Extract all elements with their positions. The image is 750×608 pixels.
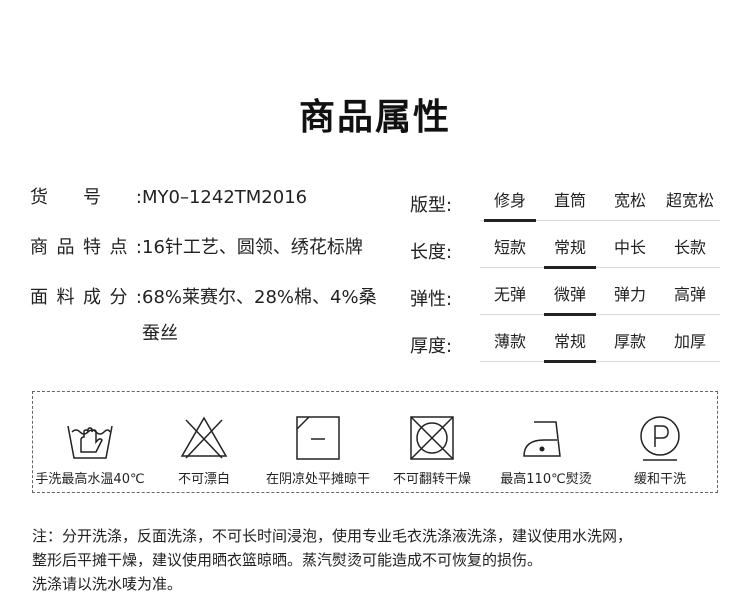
attr-option: 弹力 bbox=[613, 285, 646, 304]
hand-wash-icon bbox=[67, 425, 113, 459]
care-label: 手洗最高水温40℃ bbox=[35, 472, 145, 487]
attr-option: 无弹 bbox=[493, 285, 526, 304]
attr-option: 常规 bbox=[540, 327, 600, 363]
info-label: 货号: bbox=[30, 187, 142, 208]
note-line: 洗涤请以洗水唛为准。 bbox=[32, 575, 183, 593]
attr-option: 加厚 bbox=[673, 332, 706, 351]
care-item: 在阴凉处平摊晾干 bbox=[261, 392, 375, 492]
attr-row-thickness: 厚度: 薄款 常规 厚款 加厚 bbox=[410, 321, 720, 368]
care-item: 手洗最高水温40℃ bbox=[33, 392, 147, 492]
attr-label: 厚度: bbox=[410, 335, 453, 357]
care-note: 注：分开洗涤，反面洗涤，不可长时间浸泡，使用专业毛衣洗涤液洗涤，建议使用水洗网，… bbox=[32, 524, 732, 596]
attribute-table: 版型: 修身 直筒 宽松 超宽松 长度: 短款 常规 中长 长款 弹性: 无弹 … bbox=[410, 180, 720, 368]
product-info: 货号: MY0–1242TM2016 商品特点: 16针工艺、圆领、绣花标牌 面… bbox=[30, 180, 390, 366]
care-label: 在阴凉处平摊晾干 bbox=[265, 472, 370, 487]
attr-label: 版型: bbox=[410, 194, 453, 216]
attr-option: 高弹 bbox=[673, 285, 706, 304]
gentle-dry-clean-icon bbox=[640, 416, 680, 461]
care-label: 缓和干洗 bbox=[633, 472, 686, 487]
info-value: 68%莱赛尔、28%棉、4%桑蚕丝 bbox=[142, 287, 377, 344]
info-row-fabric: 面料成分: 68%莱赛尔、28%棉、4%桑蚕丝 bbox=[30, 280, 390, 352]
attr-option: 短款 bbox=[493, 238, 526, 257]
attr-option: 超宽松 bbox=[665, 191, 714, 210]
attr-label: 长度: bbox=[410, 241, 453, 263]
care-item: 最高110℃熨烫 bbox=[489, 392, 603, 492]
page-title: 商品属性 bbox=[298, 97, 451, 138]
info-value: 16针工艺、圆领、绣花标牌 bbox=[142, 237, 363, 258]
attr-option: 宽松 bbox=[613, 191, 646, 210]
info-value: MY0–1242TM2016 bbox=[142, 187, 308, 208]
attr-row-length: 长度: 短款 常规 中长 长款 bbox=[410, 227, 720, 274]
care-label: 不可漂白 bbox=[177, 472, 230, 487]
attr-option: 直筒 bbox=[553, 191, 586, 210]
attr-option: 修身 bbox=[480, 186, 540, 222]
care-instructions: 手洗最高水温40℃ 不可漂白 在阴凉处平摊晾干 不可翻转干燥 最高110℃熨烫 bbox=[32, 391, 718, 493]
info-label: 面料成分: bbox=[30, 287, 142, 308]
iron-110-icon bbox=[523, 421, 561, 457]
info-row-sku: 货号: MY0–1242TM2016 bbox=[30, 180, 390, 216]
care-item: 不可漂白 bbox=[147, 392, 261, 492]
info-label: 商品特点: bbox=[30, 237, 142, 258]
shade-dry-flat-icon bbox=[296, 416, 340, 460]
attr-row-stretch: 弹性: 无弹 微弹 弹力 高弹 bbox=[410, 274, 720, 321]
note-line: 整形后平摊干燥，建议使用晒衣篮晾晒。蒸汽熨烫可能造成不可恢复的损伤。 bbox=[32, 551, 543, 569]
attr-option: 长款 bbox=[673, 238, 706, 257]
attr-option: 中长 bbox=[613, 238, 646, 257]
info-row-features: 商品特点: 16针工艺、圆领、绣花标牌 bbox=[30, 230, 390, 266]
no-tumble-dry-icon bbox=[410, 416, 454, 460]
attr-option: 薄款 bbox=[493, 332, 526, 351]
no-bleach-icon bbox=[180, 416, 228, 459]
attr-option: 微弹 bbox=[540, 280, 600, 316]
care-item: 缓和干洗 bbox=[603, 392, 717, 492]
attr-row-fit: 版型: 修身 直筒 宽松 超宽松 bbox=[410, 180, 720, 227]
attr-option: 厚款 bbox=[613, 332, 646, 351]
care-label: 不可翻转干燥 bbox=[392, 472, 471, 487]
care-label: 最高110℃熨烫 bbox=[500, 472, 592, 487]
note-line: 注：分开洗涤，反面洗涤，不可长时间浸泡，使用专业毛衣洗涤液洗涤，建议使用水洗网， bbox=[32, 527, 633, 545]
attr-option: 常规 bbox=[540, 233, 600, 269]
attr-label: 弹性: bbox=[410, 288, 453, 310]
care-item: 不可翻转干燥 bbox=[375, 392, 489, 492]
